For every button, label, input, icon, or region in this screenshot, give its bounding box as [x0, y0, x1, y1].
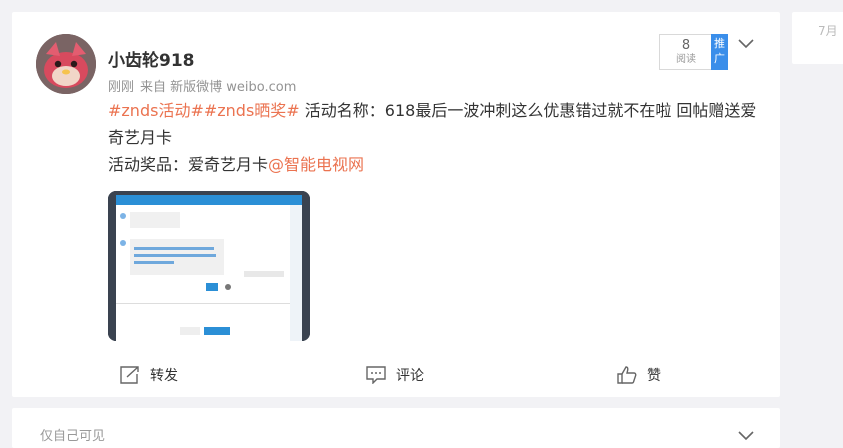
thumbs-up-icon	[617, 366, 637, 384]
avatar[interactable]	[36, 34, 96, 94]
repost-button[interactable]: 转发	[120, 365, 178, 385]
right-column-card: 7月	[792, 12, 843, 64]
avatar-image	[36, 34, 96, 94]
read-count: 8	[681, 38, 691, 53]
post-text: #znds活动##znds晒奖# 活动名称：618最后一波冲刺这么优惠错过就不在…	[108, 97, 768, 178]
comment-icon	[366, 366, 386, 384]
post-meta: 刚刚 来自 新版微博 weibo.com	[108, 76, 302, 95]
sidebar-date: 7月	[818, 24, 838, 38]
like-label: 赞	[647, 368, 661, 384]
comment-button[interactable]: 评论	[366, 365, 424, 385]
hashtag-link[interactable]: #znds活动##znds晒奖#	[108, 101, 300, 120]
author-name[interactable]: 小齿轮918	[108, 46, 195, 71]
read-count-box: 8 阅读	[659, 34, 713, 70]
promote-button[interactable]: 推广	[711, 34, 728, 70]
post-image[interactable]	[108, 191, 310, 341]
post-actions-bar: 转发 评论 赞	[12, 357, 780, 393]
post-source[interactable]: 来自 新版微博 weibo.com	[140, 80, 296, 95]
comment-label: 评论	[396, 368, 424, 384]
post-time[interactable]: 刚刚	[108, 80, 134, 95]
chevron-down-icon[interactable]	[738, 426, 754, 445]
like-button[interactable]: 赞	[617, 365, 661, 385]
post-text-line2: 活动奖品：爱奇艺月卡	[108, 155, 269, 174]
read-label: 阅读	[676, 54, 696, 65]
chevron-down-icon[interactable]	[738, 34, 754, 53]
weibo-post-card: 小齿轮918 刚刚 来自 新版微博 weibo.com 8 阅读 推广 #znds…	[12, 12, 780, 397]
mention-link[interactable]: @智能电视网	[268, 155, 364, 174]
next-post-card: 仅自己可见	[12, 408, 780, 448]
repost-label: 转发	[150, 368, 178, 384]
repost-icon	[120, 366, 139, 384]
visibility-label: 仅自己可见	[40, 429, 106, 444]
chat-screenshot-image	[108, 191, 310, 341]
